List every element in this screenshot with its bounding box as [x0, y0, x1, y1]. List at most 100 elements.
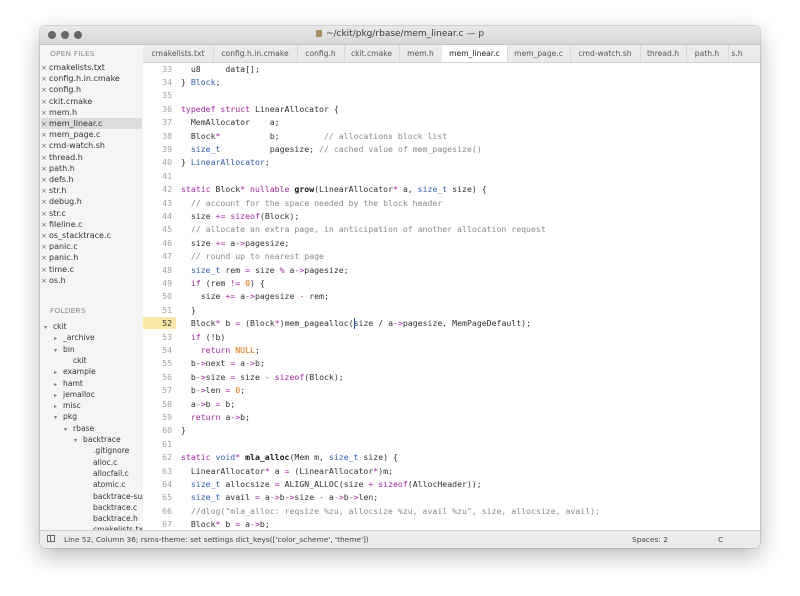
code-token: // allocations block list — [323, 130, 448, 141]
code-token: allocsize — [220, 478, 275, 489]
open-file-item[interactable]: × mem.h — [41, 107, 142, 118]
tab-overflow[interactable]: s.h — [728, 45, 746, 62]
line-number: 67 — [162, 519, 172, 530]
tab-item[interactable]: cmd-watch.sh — [570, 45, 641, 62]
folder-item[interactable]: ▸ example — [54, 366, 96, 377]
tab-item[interactable]: mem.h — [399, 45, 443, 62]
open-file-label: path.h — [49, 163, 75, 173]
tab-item[interactable]: config.h.in.cmake — [213, 45, 298, 62]
code-token: size_t — [181, 492, 221, 503]
open-file-item[interactable]: × thread.h — [41, 152, 142, 163]
code-token: static — [181, 452, 216, 463]
open-file-label: thread.h — [49, 152, 83, 162]
open-file-item[interactable]: × panic.c — [41, 241, 142, 252]
open-file-label: fileline.c — [49, 219, 83, 229]
code-token: } — [181, 76, 191, 87]
folder-item[interactable]: ▾ bin — [54, 344, 75, 355]
folder-item[interactable]: ▸ misc — [54, 400, 81, 411]
file-tree-item[interactable]: backtrace-supp — [84, 491, 143, 502]
open-file-item[interactable]: × os_stacktrace.c — [41, 230, 142, 241]
file-tree-item[interactable]: atomic.c — [84, 479, 126, 490]
file-tree-item[interactable]: allocfail.c — [84, 468, 129, 479]
code-line: // account for the space needed by the b… — [181, 197, 442, 209]
folder-item[interactable]: ▾ ckit — [44, 321, 67, 332]
close-icon[interactable]: × — [41, 276, 49, 287]
tab-item[interactable]: mem_linear.c — [442, 45, 508, 62]
code-token: b; — [259, 519, 270, 530]
open-file-item[interactable]: × path.h — [41, 163, 142, 174]
code-token: sizeof — [230, 210, 260, 221]
open-file-item[interactable]: × mem_page.c — [41, 129, 142, 140]
code-token: Block — [181, 130, 216, 141]
open-file-item[interactable]: × debug.h — [41, 196, 142, 207]
code-token: (Mem m, — [289, 452, 329, 463]
file-tree-item[interactable]: ckit — [64, 355, 87, 366]
open-file-item[interactable]: × fileline.c — [41, 219, 142, 230]
text-cursor — [354, 317, 356, 329]
tab-item[interactable]: cmakelists.txt — [143, 45, 214, 62]
folder-item[interactable]: ▾ backtrace — [74, 434, 121, 445]
open-file-item[interactable]: × panic.h — [41, 252, 142, 263]
code-token: LinearAllocator — [181, 465, 265, 476]
code-editor[interactable]: 33 34 35 36 37 38 39 40 41 42 43 44 45 46 47 48 49 50 51 52… — [143, 63, 760, 530]
folder-item[interactable]: ▸ hamt — [54, 378, 83, 389]
code-token: size) { — [447, 184, 487, 195]
open-file-item[interactable]: × str.c — [41, 208, 142, 219]
code-line: b->len = 0; — [181, 384, 245, 396]
chevron-down-icon: ▾ — [64, 425, 68, 433]
folder-item[interactable]: ▸ _archive — [54, 332, 95, 343]
open-file-item[interactable]: × defs.h — [41, 174, 142, 185]
code-token: if — [181, 277, 201, 288]
code-token: * — [235, 452, 246, 463]
tab-item[interactable]: thread.h — [640, 45, 687, 62]
code-token: size) { — [358, 452, 398, 463]
file-tree-item[interactable]: .gitignore — [84, 445, 129, 456]
tab-item[interactable]: ckit.cmake — [344, 45, 400, 62]
open-file-label: str.h — [49, 186, 67, 196]
code-token: * nullable — [240, 184, 295, 195]
open-file-item[interactable]: × ckit.cmake — [41, 96, 142, 107]
code-token: -> — [294, 264, 305, 275]
code-line: u8 data[]; — [181, 63, 260, 75]
line-number: 51 — [162, 304, 172, 315]
open-file-item[interactable]: × mem_linear.c — [41, 118, 142, 129]
line-number: 34 — [162, 76, 172, 87]
code-token: grow — [294, 184, 315, 195]
code-token: pagesize; — [304, 264, 349, 275]
code-token: size_t — [181, 264, 221, 275]
tree-label: jemalloc — [63, 389, 95, 399]
syntax-setting[interactable]: C — [718, 535, 723, 544]
code-token: Block — [190, 76, 216, 87]
open-file-item[interactable]: × cmd-watch.sh — [41, 140, 142, 151]
tab-item[interactable]: mem_page.c — [507, 45, 571, 62]
open-file-item[interactable]: × config.h.in.cmake — [41, 73, 142, 84]
code-line: size_t rem = size % a->pagesize; — [181, 264, 349, 276]
indentation-setting[interactable]: Spaces: 2 — [632, 535, 668, 544]
code-token: += — [225, 291, 236, 302]
code-line: if (!b) — [181, 331, 226, 343]
open-file-item[interactable]: × time.c — [41, 264, 142, 275]
open-file-item[interactable]: × os.h — [41, 275, 142, 286]
file-tree-item[interactable]: alloc.c — [84, 457, 117, 468]
tab-item[interactable]: path.h — [686, 45, 729, 62]
sidebar-toggle-icon[interactable] — [47, 535, 55, 542]
open-file-item[interactable]: × str.h — [41, 185, 142, 196]
code-token: rem — [220, 264, 246, 275]
open-file-item[interactable]: × config.h — [41, 84, 142, 95]
line-number: 37 — [162, 117, 172, 128]
folder-item[interactable]: ▾ rbase — [64, 423, 94, 434]
tab-item[interactable]: config.h — [297, 45, 345, 62]
code-line: a->b = b; — [181, 398, 235, 410]
code-token: size — [294, 492, 320, 503]
file-tree-item[interactable]: backtrace.c — [84, 502, 137, 513]
open-file-label: time.c — [49, 264, 75, 274]
code-area[interactable]: u8 data[];} Block; typedef struct LinearA… — [181, 63, 760, 530]
tree-label: backtrace.c — [93, 502, 138, 512]
code-line: // allocate an extra page, in anticipati… — [181, 223, 546, 235]
open-file-item[interactable]: × cmakelists.txt — [41, 62, 142, 73]
folder-item[interactable]: ▸ jemalloc — [54, 389, 95, 400]
code-line: if (rem != 0) { — [181, 277, 265, 289]
folder-item[interactable]: ▾ pkg — [54, 411, 77, 422]
file-tree-item[interactable]: backtrace.h — [84, 513, 138, 524]
code-line: } — [181, 304, 196, 316]
